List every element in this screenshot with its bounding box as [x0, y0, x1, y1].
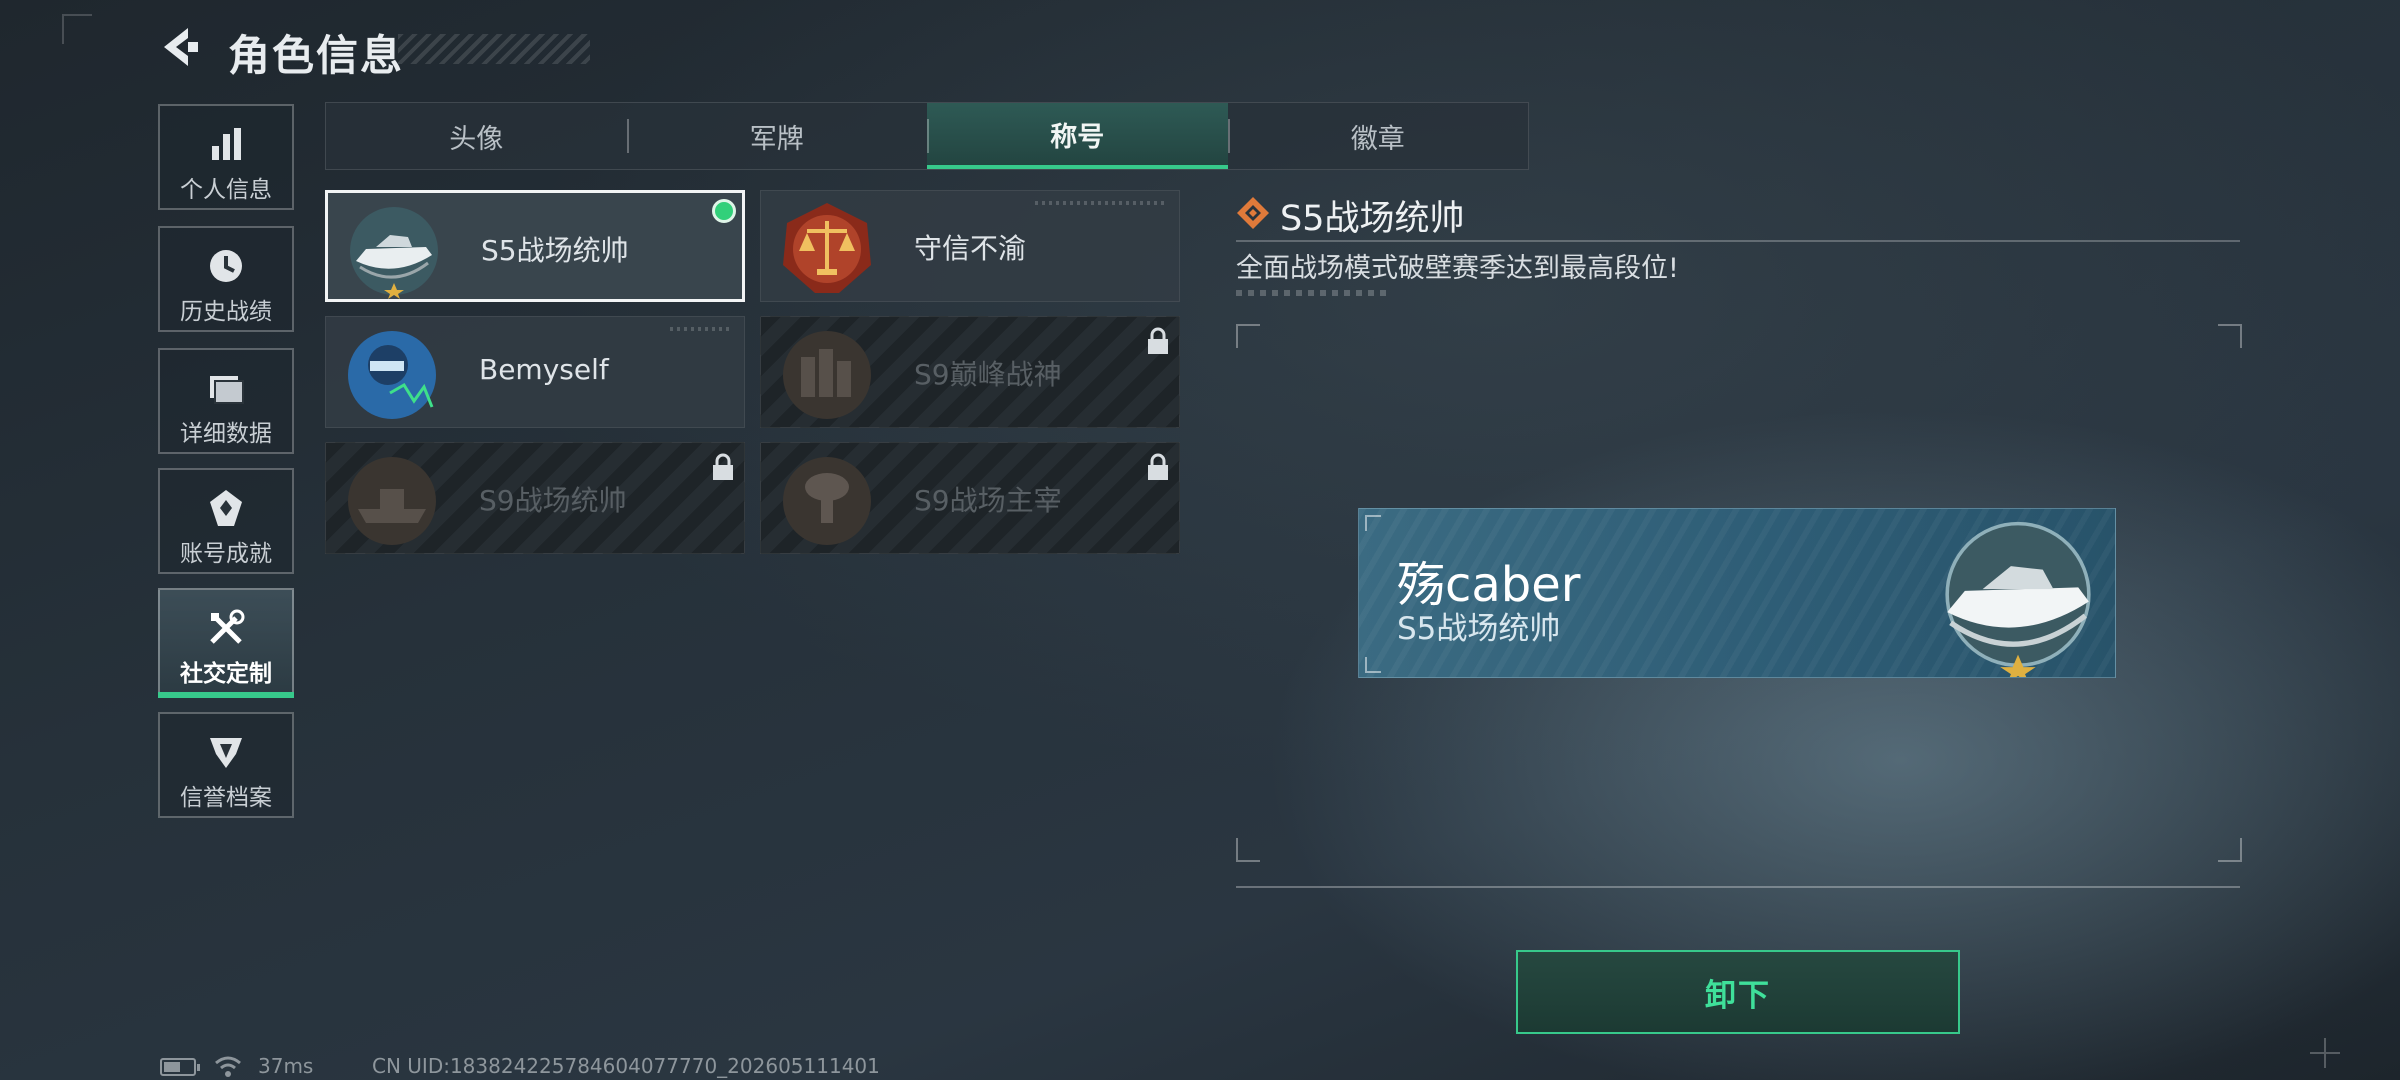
- diamond-icon: [1237, 197, 1269, 229]
- detail-title: S5战场统帅: [1280, 199, 1465, 239]
- tab-title[interactable]: 称号: [927, 103, 1228, 169]
- sidebar-item-credit-record[interactable]: 信誉档案: [158, 712, 294, 818]
- sidebar-item-history[interactable]: 历史战绩: [158, 226, 294, 332]
- sidebar-item-label: 个人信息: [180, 177, 272, 203]
- preview-frame-corner: [2218, 324, 2242, 348]
- preview-frame-corner: [1236, 324, 1260, 348]
- title-card[interactable]: S5战场统帅: [325, 190, 745, 302]
- lock-icon: [713, 453, 733, 480]
- back-arrow-icon[interactable]: [158, 24, 204, 70]
- title-decoration: [398, 34, 590, 64]
- title-card-name: S5战场统帅: [481, 234, 629, 267]
- tools-icon: [210, 609, 245, 644]
- speedboat-emblem-icon: [350, 207, 438, 299]
- divider: [1236, 240, 2240, 242]
- card-decoration: [1035, 201, 1165, 205]
- ship-emblem-icon: [348, 457, 436, 545]
- mushroom-cloud-emblem-icon: [783, 457, 871, 545]
- sidebar-item-label: 社交定制: [180, 661, 272, 687]
- scales-emblem-icon: [783, 203, 871, 293]
- nameplate-corner: [1365, 515, 1381, 531]
- battery-icon: [160, 1058, 200, 1076]
- tab-avatar[interactable]: 头像: [326, 103, 627, 169]
- fortress-emblem-icon: [783, 331, 871, 419]
- title-card-name: 守信不渝: [914, 232, 1027, 265]
- player-title: S5战场统帅: [1397, 611, 1561, 647]
- bar-chart-icon: [212, 128, 241, 160]
- nameplate-corner: [1365, 657, 1381, 673]
- title-card-name: Bemyself: [479, 353, 609, 386]
- sidebar-item-personal-info[interactable]: 个人信息: [158, 104, 294, 210]
- nameplate-preview: 殇caber S5战场统帅: [1358, 508, 2116, 678]
- crosshair-icon: [2310, 1038, 2340, 1068]
- card-decoration: [670, 327, 730, 331]
- sidebar-item-achievements[interactable]: 账号成就: [158, 468, 294, 574]
- wifi-icon: [215, 1056, 241, 1077]
- tab-bar: 头像 军牌 称号 徽章: [325, 102, 1529, 170]
- title-card[interactable]: S9战场主宰: [760, 442, 1180, 554]
- speedboat-emblem-icon: [1945, 521, 2091, 677]
- title-card[interactable]: 守信不渝: [760, 190, 1180, 302]
- title-card[interactable]: S9巅峰战神: [760, 316, 1180, 428]
- title-card[interactable]: S9战场统帅: [325, 442, 745, 554]
- uid-readout: CN UID:183824225784604077770_20260511140…: [372, 1054, 880, 1078]
- ping-readout: 37ms: [258, 1054, 314, 1078]
- lock-icon: [1148, 453, 1168, 480]
- page-title: 角色信息: [228, 31, 405, 80]
- title-card-name: S9巅峰战神: [914, 358, 1062, 391]
- divider: [1236, 886, 2240, 888]
- preview-frame-corner: [1236, 838, 1260, 862]
- clock-icon: [210, 250, 242, 282]
- sidebar-item-social-custom[interactable]: 社交定制: [158, 588, 294, 694]
- preview-frame-corner: [2218, 838, 2242, 862]
- equipped-indicator: [712, 199, 736, 223]
- corner-decoration: [62, 14, 92, 44]
- unequip-button[interactable]: 卸下: [1516, 950, 1960, 1034]
- sidebar-item-label: 历史战绩: [180, 299, 272, 325]
- tab-dog-tag[interactable]: 军牌: [626, 103, 928, 169]
- title-card-name: S9战场统帅: [479, 484, 627, 517]
- detail-description: 全面战场模式破壁赛季达到最高段位!: [1236, 253, 1679, 284]
- sidebar-item-detailed-data[interactable]: 详细数据: [158, 348, 294, 454]
- sidebar-item-label: 信誉档案: [180, 785, 272, 811]
- title-card-name: S9战场主宰: [914, 484, 1062, 517]
- tab-badge[interactable]: 徽章: [1227, 103, 1529, 169]
- sidebar-item-label: 详细数据: [180, 421, 272, 447]
- soldier-emblem-icon: [348, 331, 436, 419]
- title-card[interactable]: Bemyself: [325, 316, 745, 428]
- lock-icon: [1148, 327, 1168, 354]
- detail-decoration: [1236, 290, 1388, 296]
- folder-icon: [210, 376, 244, 404]
- credit-shield-icon: [210, 738, 242, 768]
- active-indicator: [158, 692, 294, 698]
- sidebar-item-label: 账号成就: [180, 541, 272, 567]
- achievement-icon: [210, 490, 242, 526]
